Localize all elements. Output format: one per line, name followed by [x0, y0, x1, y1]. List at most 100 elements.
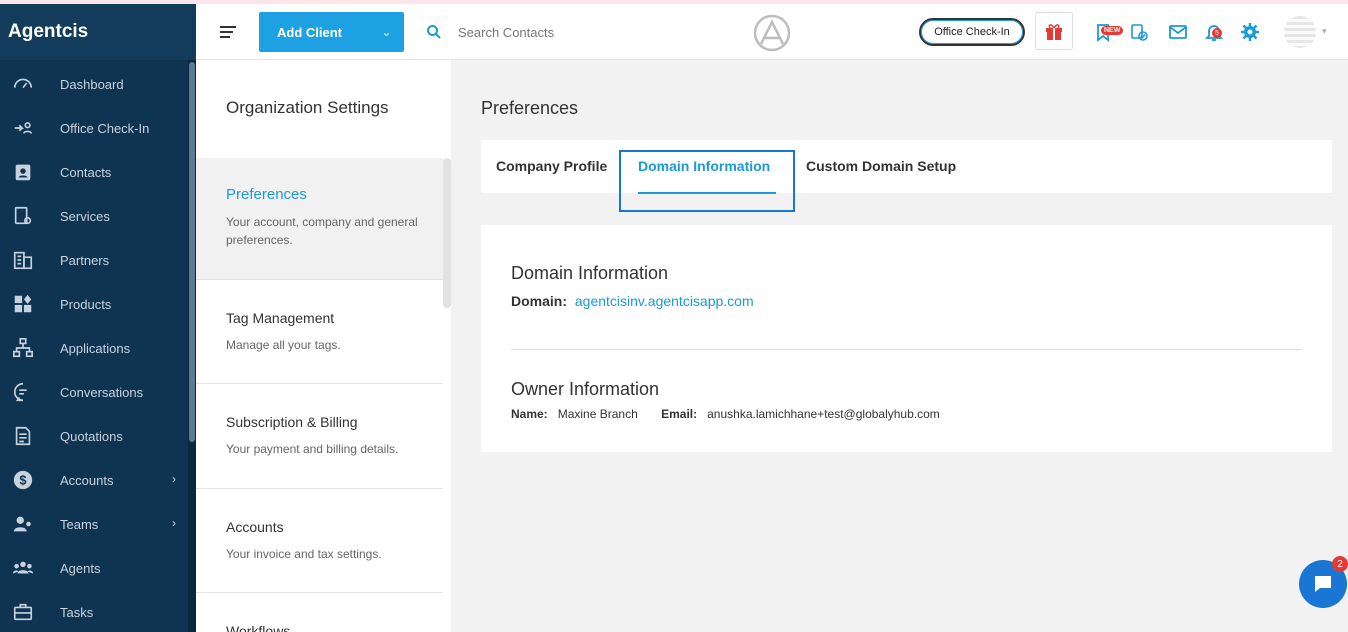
accounts-icon: $	[11, 468, 35, 492]
sidebar-item-office-checkin[interactable]: Office Check-In	[0, 106, 196, 150]
sidebar-item-partners[interactable]: Partners	[0, 238, 196, 282]
owner-email-label: Email:	[661, 407, 698, 421]
owner-email-value: anushka.lamichhane+test@globalyhub.com	[707, 407, 940, 421]
settings-item-desc: Manage all your tags.	[226, 338, 341, 352]
search-icon[interactable]	[426, 24, 442, 40]
add-client-button[interactable]: Add Client ⌄	[259, 12, 404, 52]
brand-logo[interactable]: Agentcis	[0, 4, 196, 60]
products-icon	[11, 292, 35, 316]
sidebar-item-teams[interactable]: Teams ›	[0, 502, 196, 546]
sidebar-item-label: Contacts	[60, 164, 112, 180]
settings-item-title: Workflows	[226, 623, 291, 632]
sidebar-item-products[interactable]: Products	[0, 282, 196, 326]
quotations-icon	[11, 424, 35, 448]
owner-section-title: Owner Information	[511, 379, 660, 399]
chevron-right-icon: ›	[172, 472, 176, 486]
sidebar-item-dashboard[interactable]: Dashboard	[0, 62, 196, 106]
gear-icon[interactable]	[1240, 22, 1260, 42]
tasks-icon	[11, 600, 35, 624]
agentcis-logo-icon	[753, 14, 791, 52]
sidebar-item-label: Quotations	[60, 428, 123, 444]
domain-info-card: Domain Information Domain: agentcisinv.a…	[481, 225, 1332, 452]
sidebar-item-label: Partners	[60, 252, 110, 268]
new-badge: NEW	[1101, 26, 1124, 35]
domain-section-title: Domain Information	[511, 263, 669, 283]
page-title: Preferences	[481, 98, 579, 118]
contacts-icon	[11, 160, 35, 184]
sidebar-item-contacts[interactable]: Contacts	[0, 150, 196, 194]
notification-count-badge: 5	[1212, 28, 1222, 38]
domain-label: Domain:	[511, 293, 567, 309]
avatar[interactable]	[1284, 16, 1316, 48]
teams-icon	[11, 512, 35, 536]
top-header: Add Client ⌄ Office Check-In NEW 5 ▾	[196, 4, 1348, 60]
mail-icon[interactable]	[1168, 22, 1188, 42]
settings-menu-title: Organization Settings	[226, 98, 389, 117]
sidebar-item-quotations[interactable]: Quotations	[0, 414, 196, 458]
sidebar-item-label: Services	[60, 208, 110, 224]
settings-item-desc: Your account, company and general prefer…	[226, 215, 418, 247]
sidebar-item-label: Office Check-In	[60, 120, 150, 136]
settings-item-title: Accounts	[226, 519, 284, 535]
sidebar-scroll-thumb[interactable]	[189, 62, 195, 442]
office-checkin-button[interactable]: Office Check-In	[919, 18, 1025, 46]
sidebar-item-accounts[interactable]: $ Accounts ›	[0, 458, 196, 502]
settings-item-workflows[interactable]: Workflows	[196, 593, 443, 632]
settings-menu: Organization Settings Preferences Your a…	[196, 60, 451, 632]
sidebar-item-label: Tasks	[60, 604, 94, 620]
settings-item-accounts[interactable]: Accounts Your invoice and tax settings.	[196, 489, 443, 593]
svg-text:$: $	[19, 473, 26, 488]
chat-unread-badge: 2	[1332, 556, 1348, 572]
sidebar-item-label: Dashboard	[60, 76, 124, 92]
chevron-down-icon[interactable]: ⌄	[369, 25, 404, 39]
owner-row: Name: Maxine Branch Email: anushka.lamic…	[511, 407, 940, 421]
applications-icon	[11, 336, 35, 360]
add-client-label: Add Client	[277, 24, 342, 40]
sidebar-item-label: Products	[60, 296, 112, 312]
settings-menu-scrollbar[interactable]	[443, 158, 451, 308]
settings-item-tag-management[interactable]: Tag Management Manage all your tags.	[196, 280, 443, 384]
services-icon	[11, 204, 35, 228]
conversations-icon	[11, 380, 35, 404]
gift-icon	[1046, 24, 1062, 40]
sidebar-item-agents[interactable]: Agents	[0, 546, 196, 590]
gift-button[interactable]	[1035, 12, 1073, 50]
sidebar-item-label: Agents	[60, 560, 101, 576]
tab-custom-domain-setup[interactable]: Custom Domain Setup	[806, 158, 956, 174]
search-input[interactable]	[458, 18, 698, 46]
dashboard-icon	[11, 72, 35, 96]
sidebar-scrollbar[interactable]	[188, 60, 196, 632]
chevron-down-icon[interactable]: ▾	[1322, 26, 1327, 37]
sidebar-item-conversations[interactable]: Conversations	[0, 370, 196, 414]
settings-item-desc: Your invoice and tax settings.	[226, 547, 382, 561]
sidebar-item-label: Accounts	[60, 472, 114, 488]
settings-item-title: Subscription & Billing	[226, 414, 358, 430]
sidebar-item-tasks[interactable]: Tasks	[0, 590, 196, 632]
office-checkin-icon	[11, 116, 35, 140]
partners-icon	[11, 248, 35, 272]
settings-item-title: Preferences	[226, 186, 307, 203]
tab-company-profile[interactable]: Company Profile	[496, 158, 607, 174]
sidebar-item-applications[interactable]: Applications	[0, 326, 196, 370]
agents-icon	[11, 556, 35, 580]
sidebar: Agentcis Dashboard Office Check-In Conta…	[0, 4, 196, 632]
task-check-icon[interactable]	[1129, 22, 1149, 42]
tab-focus-outline	[619, 150, 795, 212]
settings-item-title: Tag Management	[226, 310, 335, 326]
settings-item-desc: Your payment and billing details.	[226, 442, 399, 456]
sidebar-item-label: Conversations	[60, 384, 144, 400]
domain-link[interactable]: agentcisinv.agentcisapp.com	[575, 293, 754, 309]
chevron-right-icon: ›	[172, 516, 176, 530]
preferences-tabs: Company Profile Domain Information Custo…	[481, 140, 1332, 194]
menu-toggle-icon[interactable]	[220, 26, 236, 38]
sidebar-item-label: Applications	[60, 340, 131, 356]
owner-name-value: Maxine Branch	[557, 407, 638, 421]
settings-item-preferences[interactable]: Preferences Your account, company and ge…	[196, 158, 443, 280]
settings-item-subscription-billing[interactable]: Subscription & Billing Your payment and …	[196, 384, 443, 489]
owner-name-label: Name:	[511, 407, 548, 421]
chat-icon	[1315, 576, 1331, 592]
sidebar-item-label: Teams	[60, 516, 99, 532]
sidebar-item-services[interactable]: Services	[0, 194, 196, 238]
section-divider	[511, 349, 1302, 350]
domain-row: Domain: agentcisinv.agentcisapp.com	[511, 293, 754, 309]
